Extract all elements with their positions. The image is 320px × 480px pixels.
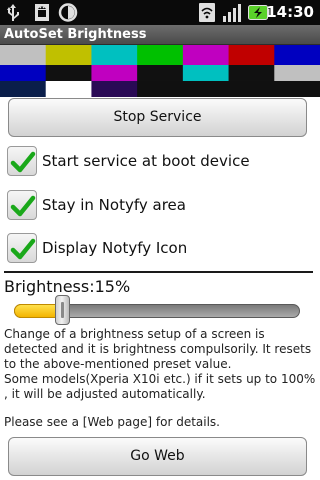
app-title-bar: AutoSet Brightness — [0, 25, 320, 45]
app-title: AutoSet Brightness — [4, 27, 147, 42]
option-stay-in-notify-area[interactable]: Stay in Notyfy area — [0, 185, 320, 225]
color-bar — [182, 65, 230, 81]
color-bar — [45, 81, 92, 97]
description-text: Change of a brightness setup of a screen… — [4, 327, 316, 401]
color-bar — [274, 65, 320, 81]
color-bar — [137, 45, 184, 65]
stop-service-button[interactable]: Stop Service — [8, 98, 307, 137]
color-bar — [274, 45, 320, 65]
brightness-slider[interactable] — [14, 295, 300, 325]
android-debug-icon — [35, 4, 49, 21]
color-bar — [137, 81, 184, 97]
color-bar — [137, 65, 184, 81]
color-bar — [91, 81, 138, 97]
color-bar — [228, 81, 275, 97]
signal-icon — [223, 4, 241, 22]
color-bar — [228, 45, 275, 65]
color-bars-preview — [0, 45, 320, 97]
sync-icon — [58, 3, 78, 22]
stay-in-notify-area-checkbox[interactable] — [7, 190, 37, 220]
usb-icon — [7, 4, 19, 21]
color-bar — [182, 45, 230, 65]
display-notify-icon-checkbox[interactable] — [7, 233, 37, 263]
color-bar — [228, 65, 275, 81]
section-divider — [4, 271, 313, 273]
wifi-icon — [199, 3, 215, 22]
go-web-button[interactable]: Go Web — [8, 437, 307, 476]
color-bar — [91, 45, 138, 65]
option-start-at-boot[interactable]: Start service at boot device — [0, 141, 320, 181]
brightness-label: Brightness:15% — [4, 277, 131, 296]
color-bar — [91, 65, 138, 81]
color-bars-graphic — [0, 45, 320, 97]
check-icon — [10, 238, 36, 260]
color-bar — [0, 81, 47, 97]
status-time: 14:30 — [266, 3, 314, 21]
slider-thumb[interactable] — [55, 295, 70, 325]
check-icon — [10, 151, 36, 173]
color-bar — [0, 45, 47, 65]
color-bar — [45, 65, 92, 81]
color-bar — [45, 45, 92, 65]
display-notify-icon-label: Display Notyfy Icon — [42, 239, 188, 257]
stay-in-notify-area-label: Stay in Notyfy area — [42, 196, 186, 214]
color-bar — [274, 81, 320, 97]
check-icon — [10, 195, 36, 217]
start-at-boot-checkbox[interactable] — [7, 146, 37, 176]
status-bar: 14:30 — [0, 0, 320, 25]
web-page-note: Please see a [Web page] for details. — [4, 415, 220, 429]
start-at-boot-label: Start service at boot device — [42, 152, 250, 170]
option-display-notify-icon[interactable]: Display Notyfy Icon — [0, 228, 320, 268]
color-bar — [182, 81, 230, 97]
color-bar — [0, 65, 47, 81]
